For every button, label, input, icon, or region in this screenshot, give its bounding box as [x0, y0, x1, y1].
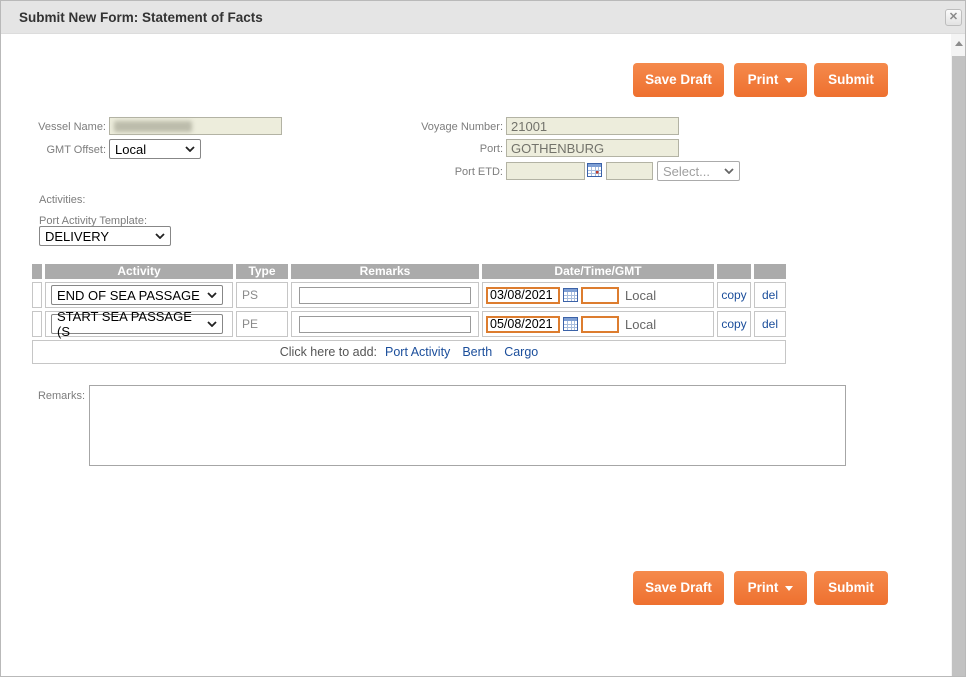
- col-header-activity: Activity: [45, 264, 233, 279]
- port-label: Port:: [381, 143, 503, 155]
- datetime-cell: Local: [482, 282, 714, 308]
- port-etd-label: Port ETD:: [381, 166, 503, 178]
- row-date-input[interactable]: [486, 316, 560, 333]
- calendar-icon[interactable]: [563, 317, 578, 331]
- add-row: Click here to add: Port Activity Berth C…: [32, 340, 786, 364]
- dialog-statement-of-facts: Submit New Form: Statement of Facts ✕ Sa…: [0, 0, 966, 677]
- col-header-type: Type: [236, 264, 288, 279]
- port-field: [506, 139, 679, 157]
- activity-select[interactable]: START SEA PASSAGE (S: [51, 314, 223, 334]
- print-caret-icon: [785, 78, 793, 83]
- vessel-name-label: Vessel Name:: [11, 121, 106, 133]
- activity-value: END OF SEA PASSAGE: [57, 288, 200, 303]
- delete-row-link[interactable]: del: [762, 288, 778, 302]
- submit-label: Submit: [828, 580, 874, 595]
- scroll-up-arrow-icon[interactable]: [955, 41, 963, 46]
- save-draft-button-top[interactable]: Save Draft: [633, 63, 724, 97]
- print-label: Print: [748, 580, 779, 595]
- row-time-input[interactable]: [581, 316, 619, 333]
- row-gmt-label: Local: [625, 317, 656, 332]
- copy-cell: copy: [717, 282, 751, 308]
- row-handle: [32, 282, 42, 308]
- copy-row-link[interactable]: copy: [721, 317, 746, 331]
- row-remarks-input[interactable]: [299, 316, 471, 333]
- activity-cell: START SEA PASSAGE (S: [45, 311, 233, 337]
- submit-button-bottom[interactable]: Submit: [814, 571, 888, 605]
- chevron-down-icon: [185, 146, 195, 152]
- chevron-down-icon: [724, 168, 734, 174]
- row-handle: [32, 311, 42, 337]
- dialog-titlebar: Submit New Form: Statement of Facts: [1, 1, 965, 34]
- copy-cell: copy: [717, 311, 751, 337]
- remarks-cell: [291, 282, 479, 308]
- gmt-offset-select[interactable]: Local: [109, 139, 201, 159]
- type-cell: PE: [236, 311, 288, 337]
- print-button-top[interactable]: Print: [734, 63, 807, 97]
- row-gmt-label: Local: [625, 288, 656, 303]
- datetime-cell: Local: [482, 311, 714, 337]
- save-draft-label: Save Draft: [645, 580, 712, 595]
- activity-value: START SEA PASSAGE (S: [57, 309, 201, 339]
- type-cell: PS: [236, 282, 288, 308]
- vessel-name-field: [109, 117, 282, 135]
- delete-row-link[interactable]: del: [762, 317, 778, 331]
- chevron-down-icon: [207, 292, 217, 298]
- print-button-bottom[interactable]: Print: [734, 571, 807, 605]
- activity-select[interactable]: END OF SEA PASSAGE: [51, 285, 223, 305]
- port-etd-date-input: [506, 162, 585, 180]
- chevron-down-icon: [207, 321, 217, 327]
- copy-row-link[interactable]: copy: [721, 288, 746, 302]
- port-etd-time-input: [606, 162, 653, 180]
- remarks-textarea[interactable]: [89, 385, 846, 466]
- col-header-blank: [32, 264, 42, 279]
- close-icon[interactable]: ✕: [945, 9, 962, 26]
- voyage-number-field: [506, 117, 679, 135]
- col-header-remarks: Remarks: [291, 264, 479, 279]
- activities-section-label: Activities:: [39, 194, 85, 206]
- voyage-number-label: Voyage Number:: [381, 121, 503, 133]
- add-cargo-link[interactable]: Cargo: [504, 345, 538, 359]
- chevron-down-icon: [155, 233, 165, 239]
- remarks-label: Remarks:: [11, 390, 85, 402]
- col-header-del: [754, 264, 786, 279]
- col-header-datetime: Date/Time/GMT: [482, 264, 714, 279]
- print-label: Print: [748, 72, 779, 87]
- add-berth-link[interactable]: Berth: [462, 345, 492, 359]
- calendar-icon[interactable]: [563, 288, 578, 302]
- port-activity-template-value: DELIVERY: [45, 229, 109, 244]
- type-value: PE: [237, 317, 258, 331]
- add-row-prompt: Click here to add:: [280, 345, 377, 359]
- vertical-scrollbar[interactable]: [951, 34, 966, 677]
- row-remarks-input[interactable]: [299, 287, 471, 304]
- submit-label: Submit: [828, 72, 874, 87]
- gmt-offset-label: GMT Offset:: [11, 144, 106, 156]
- remarks-cell: [291, 311, 479, 337]
- submit-button-top[interactable]: Submit: [814, 63, 888, 97]
- scrollbar-thumb[interactable]: [952, 56, 966, 677]
- port-etd-zone-value: Select...: [663, 164, 710, 179]
- del-cell: del: [754, 282, 786, 308]
- row-date-input[interactable]: [486, 287, 560, 304]
- gmt-offset-value: Local: [115, 142, 146, 157]
- save-draft-button-bottom[interactable]: Save Draft: [633, 571, 724, 605]
- print-caret-icon: [785, 586, 793, 591]
- col-header-copy: [717, 264, 751, 279]
- del-cell: del: [754, 311, 786, 337]
- vessel-name-redacted-value: [114, 121, 192, 132]
- port-etd-zone-select: Select...: [657, 161, 740, 181]
- calendar-icon[interactable]: [587, 163, 602, 177]
- row-time-input[interactable]: [581, 287, 619, 304]
- save-draft-label: Save Draft: [645, 72, 712, 87]
- activity-cell: END OF SEA PASSAGE: [45, 282, 233, 308]
- dialog-title: Submit New Form: Statement of Facts: [19, 1, 263, 34]
- type-value: PS: [237, 288, 258, 302]
- add-port-activity-link[interactable]: Port Activity: [385, 345, 450, 359]
- activities-table: Activity Type Remarks Date/Time/GMT END …: [32, 264, 786, 364]
- port-activity-template-select[interactable]: DELIVERY: [39, 226, 171, 246]
